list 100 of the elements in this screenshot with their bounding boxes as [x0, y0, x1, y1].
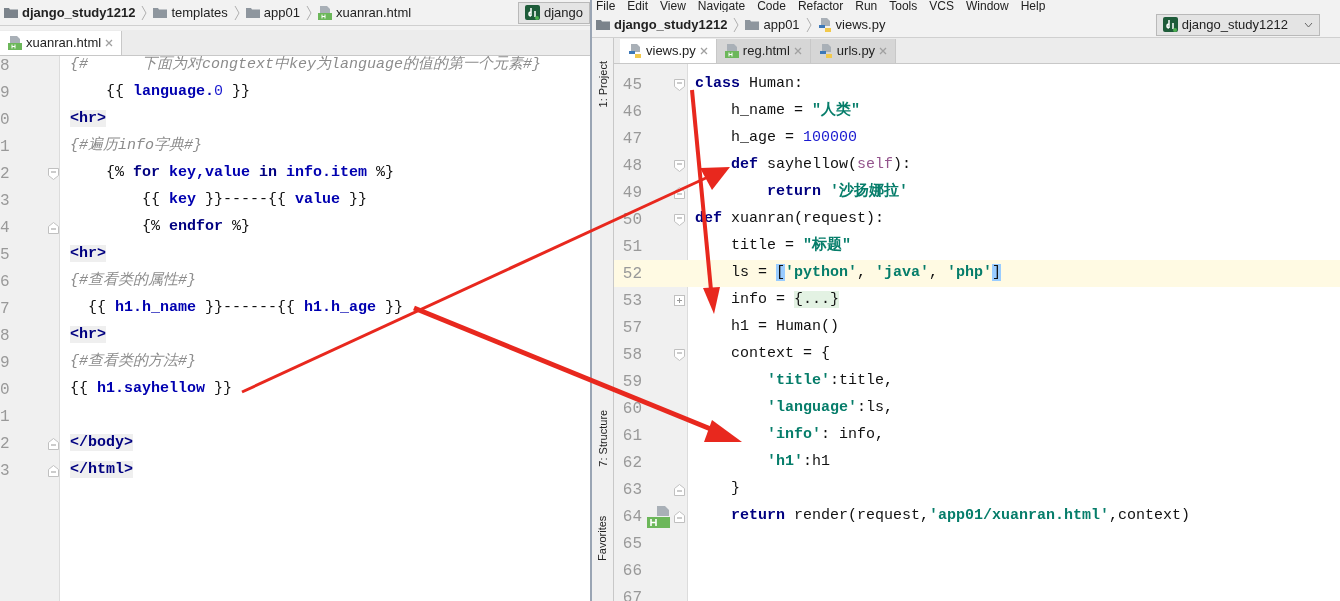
- fold-marker[interactable]: [673, 483, 685, 496]
- close-icon[interactable]: [879, 47, 888, 55]
- line-number: 7: [0, 298, 11, 320]
- line-number: 8: [0, 56, 11, 77]
- code-line: 'info': info,: [766, 425, 885, 446]
- line-number: 46: [621, 101, 642, 123]
- code-line: {{ h1.sayhellow }}: [69, 379, 233, 400]
- menu-item[interactable]: File: [596, 0, 616, 12]
- code-line: {% for key,value in info.item %}: [105, 163, 395, 184]
- python-file-icon: [817, 17, 832, 32]
- line-number: 62: [621, 452, 642, 474]
- line-number: 5: [0, 244, 11, 266]
- fold-marker[interactable]: [673, 510, 685, 523]
- code-line: h1 = Human(): [730, 317, 840, 338]
- editor-tab[interactable]: urls.py: [810, 39, 897, 63]
- line-number: 58: [621, 344, 642, 366]
- tool-window-button[interactable]: 7: Structure: [592, 388, 614, 488]
- menu-item[interactable]: Run: [855, 0, 878, 12]
- fold-marker[interactable]: [47, 437, 59, 450]
- breadcrumb-item[interactable]: xuanran.html: [335, 2, 412, 23]
- code-line: context = {: [730, 344, 831, 365]
- tool-window-button[interactable]: 1: Project: [592, 44, 614, 124]
- fold-marker[interactable]: [47, 464, 59, 477]
- editor-tab[interactable]: reg.html: [716, 39, 811, 63]
- line-number: 59: [621, 371, 642, 393]
- editor-tab[interactable]: views.py: [620, 39, 717, 63]
- code-line: {# 下面为对congtext中key为language的值的第一个元素#}: [69, 56, 542, 76]
- fold-marker[interactable]: [673, 295, 685, 306]
- line-number: 47: [621, 128, 642, 150]
- code-line: }: [730, 479, 740, 500]
- chevron-icon: [233, 4, 240, 21]
- line-number: 2: [0, 433, 11, 455]
- code-line: h_age = 100000: [730, 128, 858, 149]
- breadcrumb-item[interactable]: django_study1212: [22, 2, 136, 23]
- line-number: 48: [621, 155, 642, 177]
- line-number: 45: [621, 74, 642, 96]
- line-number: 61: [621, 425, 642, 447]
- line-number: 1: [0, 406, 11, 428]
- code-line: {#查看类的方法#}: [69, 351, 196, 373]
- line-number: 9: [0, 352, 11, 374]
- code-line: 'h1':h1: [766, 452, 831, 473]
- html-file-icon: [8, 36, 22, 50]
- breadcrumb-item[interactable]: views.py: [835, 14, 886, 35]
- line-number: 63: [621, 479, 642, 501]
- fold-marker[interactable]: [673, 348, 685, 361]
- fold-marker[interactable]: [47, 167, 59, 180]
- breadcrumb-item[interactable]: app01: [763, 14, 800, 35]
- close-icon[interactable]: [105, 39, 114, 47]
- code-line: {{ language.0 }}: [105, 82, 251, 103]
- breadcrumb-item[interactable]: app01: [263, 2, 300, 23]
- line-number: 64: [621, 506, 642, 528]
- menu-item[interactable]: Code: [757, 0, 786, 12]
- menu-item[interactable]: VCS: [929, 0, 954, 12]
- menu-item[interactable]: Refactor: [797, 0, 844, 12]
- breadcrumb-item[interactable]: django_study1212: [614, 14, 728, 35]
- code-line: title = "标题": [730, 235, 852, 257]
- fold-marker[interactable]: [673, 213, 685, 226]
- menu-item[interactable]: Navigate: [697, 0, 746, 12]
- code-line: {#查看类的属性#}: [69, 270, 196, 292]
- menu-item[interactable]: Help: [1020, 0, 1046, 12]
- code-line: {% endfor %}: [141, 217, 251, 238]
- line-number: 9: [0, 82, 11, 104]
- editor-tab[interactable]: xuanran.html: [0, 31, 123, 55]
- fold-marker[interactable]: [673, 78, 685, 91]
- breadcrumb-item[interactable]: templates: [171, 2, 228, 23]
- line-number: 49: [621, 182, 642, 204]
- line-number: 51: [621, 236, 642, 258]
- django-icon: [524, 5, 540, 20]
- code-line: ls = ['python', 'java', 'php']: [730, 263, 1002, 284]
- run-config-dropdown[interactable]: django: [517, 1, 590, 24]
- close-icon[interactable]: [793, 47, 802, 55]
- menu-item[interactable]: Window: [965, 0, 1009, 12]
- folder-icon: [153, 7, 168, 18]
- fold-marker[interactable]: [673, 186, 685, 199]
- line-number: 3: [0, 190, 11, 212]
- code-line: h_name = "人类": [730, 100, 861, 122]
- menu-item[interactable]: Edit: [627, 0, 649, 12]
- tool-window-button[interactable]: Favorites: [592, 498, 614, 578]
- folder-icon: [745, 19, 760, 30]
- code-line: def sayhellow(self):: [730, 155, 912, 176]
- chevron-icon: [733, 16, 740, 33]
- html-file-icon[interactable]: [647, 505, 670, 528]
- line-number: 6: [0, 271, 11, 293]
- html-file-icon: [724, 44, 739, 58]
- chevron-icon: [141, 4, 148, 21]
- fold-marker[interactable]: [47, 221, 59, 234]
- line-number: 2: [0, 163, 11, 185]
- folder-icon: [596, 19, 610, 30]
- menu-item[interactable]: View: [660, 0, 686, 12]
- code-line: return '沙扬娜拉': [766, 181, 909, 203]
- django-icon: [1162, 17, 1178, 32]
- code-line: {#遍历info字典#}: [69, 135, 202, 157]
- fold-marker[interactable]: [673, 159, 685, 172]
- chevron-icon: [305, 4, 312, 21]
- line-number: 1: [0, 136, 11, 158]
- run-config-dropdown[interactable]: django_study1212: [1155, 13, 1320, 36]
- close-icon[interactable]: [699, 47, 708, 55]
- code-line: {{ key }}-----{{ value }}: [141, 190, 368, 211]
- menu-item[interactable]: Tools: [889, 0, 918, 12]
- line-number: 8: [0, 325, 11, 347]
